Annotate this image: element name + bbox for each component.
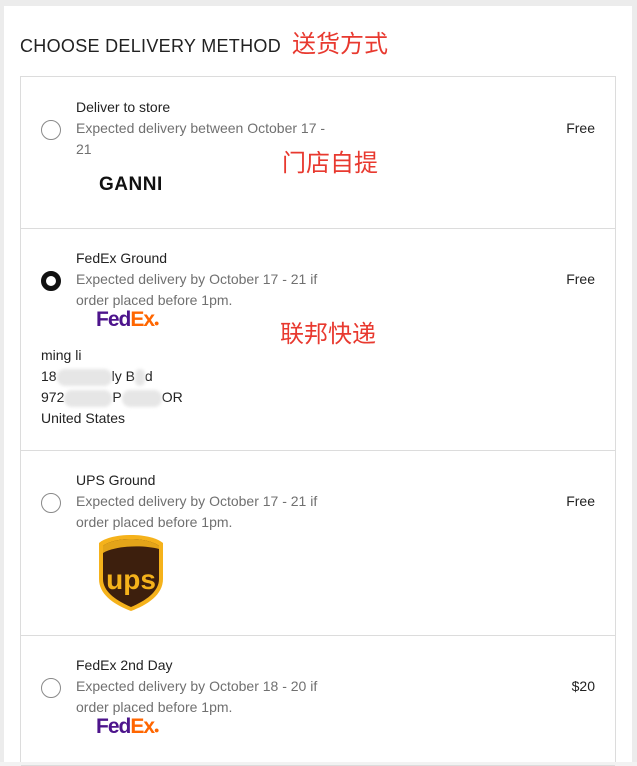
ganni-logo: GANNI — [99, 174, 163, 195]
redacted-block — [121, 389, 162, 407]
shipping-address: ming li 18 ly B d 972 P OR United States — [41, 345, 183, 429]
fedex-logo-dot: ● — [154, 318, 160, 328]
redacted-block — [134, 368, 145, 386]
address-country: United States — [41, 410, 126, 426]
option-price: Free — [566, 120, 595, 136]
address-line-2: 972 P OR — [41, 387, 183, 408]
radio-ups-ground[interactable] — [41, 493, 61, 513]
redacted-block — [56, 368, 112, 386]
fedex-logo-fed: Fed — [96, 308, 131, 331]
option-price: Free — [566, 493, 595, 509]
address-line-2-b: P — [112, 389, 122, 405]
fedex-logo-ex: Ex — [130, 308, 155, 331]
option-title: UPS Ground — [76, 472, 156, 488]
address-line-1-a: 18 — [41, 368, 57, 384]
fedex-logo: FedEx● — [96, 715, 160, 739]
page-background: CHOOSE DELIVERY METHOD 送货方式 Deliver to s… — [0, 0, 637, 766]
ups-logo-text: ups — [106, 564, 156, 595]
page-title: CHOOSE DELIVERY METHOD — [20, 36, 281, 56]
annotation-store-pickup: 门店自提 — [282, 149, 378, 177]
address-line-2-a: 972 — [41, 389, 65, 405]
option-title: Deliver to store — [76, 99, 171, 115]
option-title: FedEx Ground — [76, 250, 168, 266]
address-line-1-b: ly B — [111, 368, 135, 384]
address-line-2-c: OR — [161, 389, 183, 405]
radio-fedex-ground[interactable] — [41, 271, 61, 291]
address-name: ming li — [41, 347, 82, 363]
fedex-logo-dot: ● — [154, 725, 160, 735]
radio-deliver-to-store[interactable] — [41, 120, 61, 140]
redacted-block — [64, 389, 113, 407]
annotation-delivery-method: 送货方式 — [292, 30, 388, 58]
radio-fedex-2nd-day[interactable] — [41, 678, 61, 698]
option-description: Expected delivery by October 18 - 20 if … — [76, 678, 318, 715]
annotation-fedex: 联邦快递 — [280, 320, 376, 348]
address-line-1: 18 ly B d — [41, 366, 183, 387]
option-title: FedEx 2nd Day — [76, 657, 173, 673]
ups-logo: ups — [99, 535, 163, 611]
fedex-logo-ex: Ex — [130, 715, 155, 738]
delivery-option-fedex-2nd-day[interactable]: FedEx 2nd Day Expected delivery by Octob… — [21, 635, 615, 766]
option-description: Expected delivery by October 17 - 21 if … — [76, 271, 318, 308]
fedex-logo-fed: Fed — [96, 715, 131, 738]
delivery-options-list: Deliver to store Expected delivery betwe… — [20, 76, 616, 766]
fedex-logo: FedEx● — [96, 308, 160, 332]
option-price: $20 — [571, 678, 595, 694]
delivery-option-ups-ground[interactable]: UPS Ground Expected delivery by October … — [21, 450, 615, 636]
address-line-1-c: d — [144, 368, 153, 384]
option-description: Expected delivery by October 17 - 21 if … — [76, 493, 318, 530]
option-price: Free — [566, 271, 595, 287]
